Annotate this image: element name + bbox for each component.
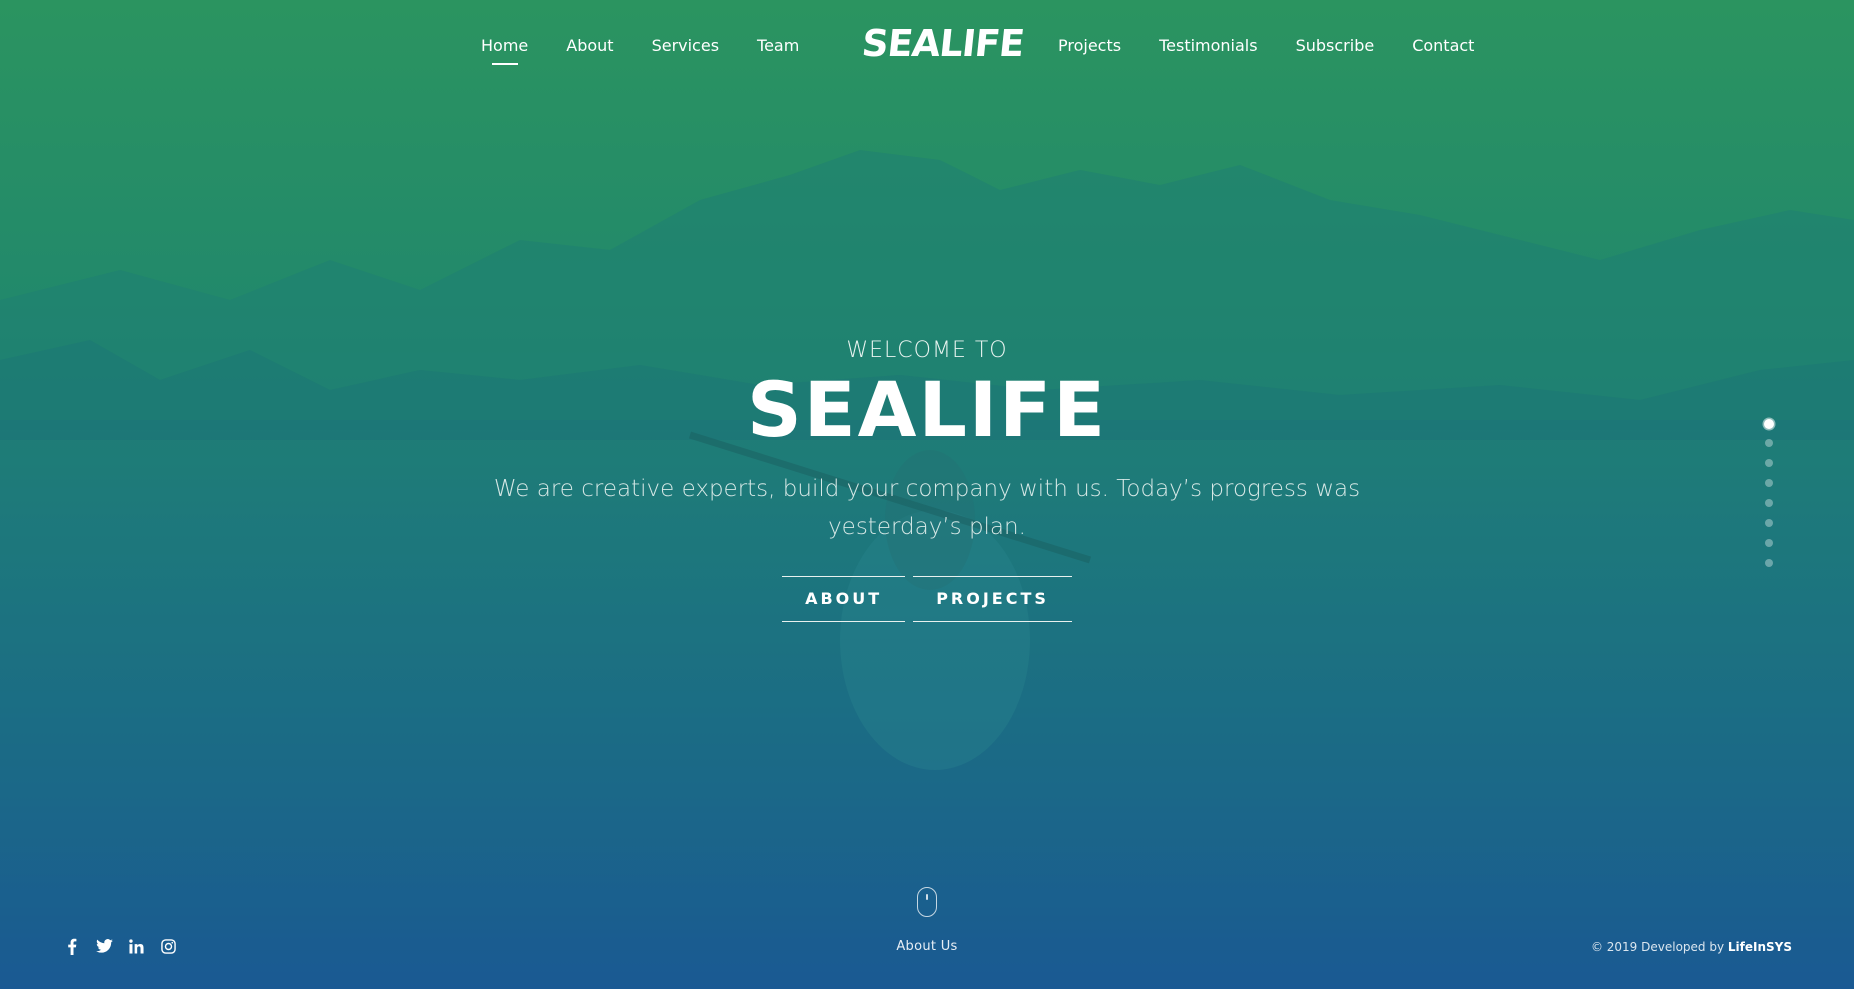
- nav-item-home[interactable]: Home: [481, 35, 528, 57]
- pagination-dot[interactable]: [1765, 459, 1773, 467]
- nav-item-subscribe[interactable]: Subscribe: [1296, 35, 1375, 57]
- pagination-dot[interactable]: [1765, 539, 1773, 547]
- top-navigation: Home About Services Team SEALIFE Project…: [0, 0, 1854, 90]
- pagination-dot[interactable]: [1765, 499, 1773, 507]
- linkedin-icon[interactable]: [127, 937, 145, 955]
- nav-item-about[interactable]: About: [566, 35, 613, 57]
- copyright-brand[interactable]: LifeInSYS: [1728, 940, 1792, 954]
- facebook-icon[interactable]: [63, 937, 81, 955]
- nav-item-team[interactable]: Team: [757, 35, 799, 57]
- nav-item-projects[interactable]: Projects: [1058, 35, 1121, 57]
- nav-item-contact[interactable]: Contact: [1412, 35, 1474, 57]
- scroll-label[interactable]: About Us: [827, 939, 1027, 954]
- nav-right-group: Projects Testimonials Subscribe Contact: [1058, 35, 1512, 57]
- pagination-dot[interactable]: [1765, 439, 1773, 447]
- pagination-dot[interactable]: [1765, 479, 1773, 487]
- twitter-icon[interactable]: [95, 937, 113, 955]
- instagram-icon[interactable]: [159, 937, 177, 955]
- hero-kicker: WELCOME TO: [846, 338, 1008, 363]
- projects-button[interactable]: PROJECTS: [913, 576, 1072, 622]
- copyright-text: © 2019 Developed by LifeInSYS: [1591, 940, 1792, 954]
- mouse-scroll-icon[interactable]: [917, 887, 937, 917]
- section-pagination: [1764, 419, 1774, 579]
- site-logo[interactable]: SEALIFE: [860, 22, 1026, 66]
- hero-subtitle: We are creative experts, build your comp…: [493, 476, 1361, 540]
- hero-section: WELCOME TO SEALIFE We are creative exper…: [0, 330, 1854, 622]
- copyright-prefix: © 2019 Developed by: [1590, 940, 1725, 954]
- nav-item-testimonials[interactable]: Testimonials: [1159, 35, 1258, 57]
- nav-left-group: Home About Services Team: [481, 35, 837, 57]
- about-button[interactable]: ABOUT: [782, 576, 906, 622]
- nav-item-services[interactable]: Services: [652, 35, 719, 57]
- mouse-wheel: [926, 894, 928, 900]
- hero-buttons: ABOUT PROJECTS: [0, 576, 1854, 622]
- hero-title: SEALIFE: [746, 365, 1107, 454]
- pagination-dot[interactable]: [1765, 519, 1773, 527]
- pagination-dot[interactable]: [1764, 419, 1774, 429]
- pagination-dot[interactable]: [1765, 559, 1773, 567]
- social-links: [63, 937, 177, 955]
